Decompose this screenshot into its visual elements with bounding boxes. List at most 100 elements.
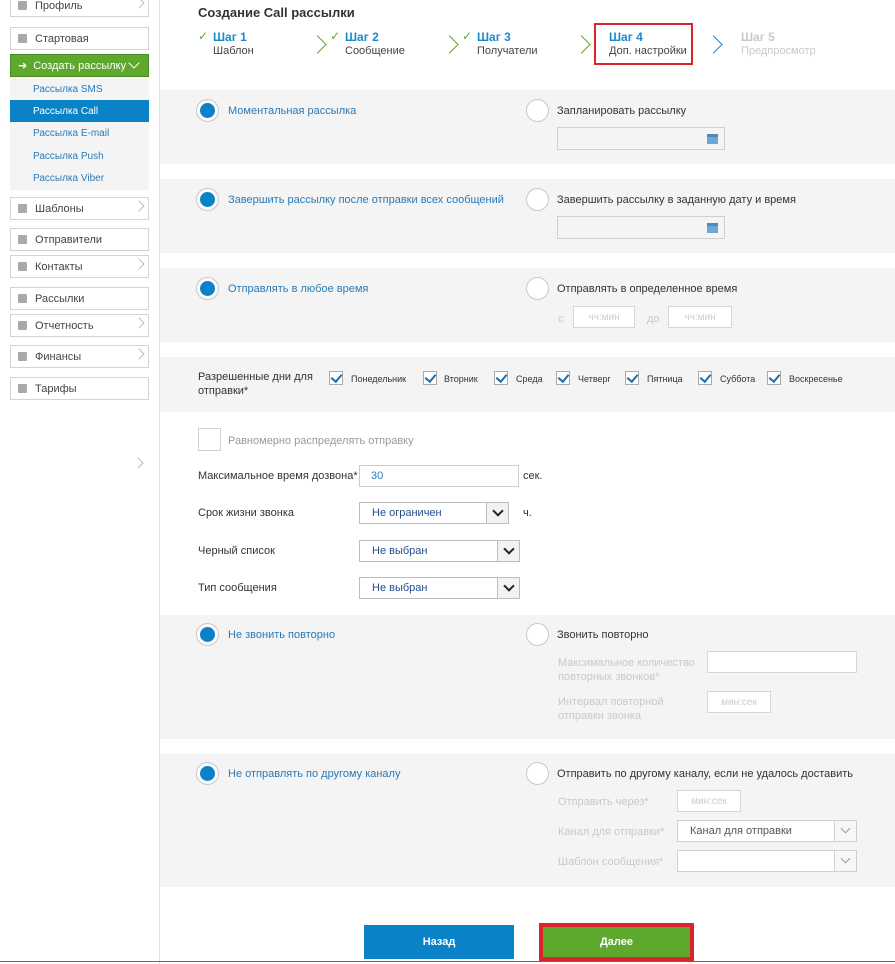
check-icon: ✓ bbox=[330, 29, 341, 43]
sidebar-item-label: Контакты bbox=[35, 260, 83, 273]
check-icon: ✓ bbox=[198, 29, 209, 43]
submenu-item-viber[interactable]: Рассылка Viber bbox=[10, 167, 149, 189]
day-checkbox-thu[interactable] bbox=[556, 371, 570, 385]
instant-radio[interactable] bbox=[196, 99, 219, 122]
fallback-channel-label: Канал для отправки* bbox=[558, 826, 665, 838]
step-1[interactable]: ✓ Шаг 1 Шаблон bbox=[198, 29, 254, 57]
day-checkbox-wed[interactable] bbox=[494, 371, 508, 385]
submenu-item-email[interactable]: Рассылка E-mail bbox=[10, 122, 149, 144]
step-title: Шаг 5 bbox=[741, 30, 775, 44]
envelope-icon bbox=[18, 294, 27, 303]
to-time-input[interactable]: чч:мин bbox=[668, 306, 732, 328]
sidebar-item-create[interactable]: ➜ Создать рассылку bbox=[10, 54, 149, 77]
step-5[interactable]: Шаг 5 Предпросмотр bbox=[741, 30, 816, 57]
sidebar-item-finance[interactable]: Финансы bbox=[10, 345, 149, 368]
calendar-icon[interactable] bbox=[707, 223, 718, 233]
finish-at-date-radio[interactable] bbox=[526, 188, 549, 211]
next-button[interactable]: Далее bbox=[539, 923, 694, 961]
even-distribution-label: Равномерно распределять отправку bbox=[228, 435, 414, 447]
page-title: Создание Call рассылки bbox=[198, 5, 355, 20]
scheduled-radio[interactable] bbox=[526, 99, 549, 122]
report-icon bbox=[18, 321, 27, 330]
no-fallback-label: Не отправлять по другому каналу bbox=[228, 768, 401, 780]
step-title: Шаг 2 bbox=[345, 30, 379, 44]
sidebar-item-contacts[interactable]: Контакты bbox=[10, 255, 149, 278]
sidebar-item-label: Стартовая bbox=[35, 32, 89, 45]
step-title: Шаг 1 bbox=[213, 30, 247, 44]
redial-interval-label: Интервал повторной отправки звонка bbox=[558, 696, 664, 722]
max-dial-input[interactable]: 30 bbox=[359, 465, 519, 487]
blacklist-label: Черный список bbox=[198, 545, 275, 557]
day-label: Воскресенье bbox=[789, 374, 843, 384]
back-button[interactable]: Назад bbox=[364, 925, 514, 959]
collapse-sidebar-icon[interactable] bbox=[132, 457, 144, 469]
step-subtitle: Получатели bbox=[477, 45, 538, 57]
submenu-item-call[interactable]: Рассылка Call bbox=[10, 100, 149, 122]
chevron-right-icon bbox=[133, 258, 145, 270]
chevron-down-icon[interactable] bbox=[834, 821, 856, 841]
sidebar-item-label: Рассылки bbox=[35, 292, 85, 305]
select-value: Не ограничен bbox=[372, 507, 442, 519]
day-checkbox-sun[interactable] bbox=[767, 371, 781, 385]
step-2[interactable]: ✓ Шаг 2 Сообщение bbox=[330, 29, 405, 57]
from-time-input[interactable]: чч:мин bbox=[573, 306, 635, 328]
day-label: Вторник bbox=[444, 374, 478, 384]
select-value: Не выбран bbox=[372, 582, 428, 594]
redial-label: Звонить повторно bbox=[557, 629, 649, 641]
sidebar: Профиль Стартовая ➜ Создать рассылку Рас… bbox=[0, 0, 160, 964]
day-checkbox-mon[interactable] bbox=[329, 371, 343, 385]
calendar-icon[interactable] bbox=[707, 134, 718, 144]
ttl-label: Срок жизни звонка bbox=[198, 507, 294, 519]
specific-time-radio[interactable] bbox=[526, 277, 549, 300]
sidebar-item-senders[interactable]: Отправители bbox=[10, 228, 149, 251]
send-time-section bbox=[160, 90, 895, 164]
chevron-down-icon[interactable] bbox=[497, 578, 519, 598]
day-checkbox-tue[interactable] bbox=[423, 371, 437, 385]
redial-radio[interactable] bbox=[526, 623, 549, 646]
sidebar-item-profile[interactable]: Профиль bbox=[10, 0, 149, 17]
fallback-radio[interactable] bbox=[526, 762, 549, 785]
current-step-highlight bbox=[594, 23, 693, 65]
instant-label: Моментальная рассылка bbox=[228, 105, 357, 117]
sidebar-item-templates[interactable]: Шаблоны bbox=[10, 197, 149, 220]
chevron-down-icon bbox=[128, 57, 140, 69]
submenu-item-sms[interactable]: Рассылка SMS bbox=[10, 78, 149, 100]
any-time-radio[interactable] bbox=[196, 277, 219, 300]
sidebar-item-start[interactable]: Стартовая bbox=[10, 27, 149, 50]
no-fallback-radio[interactable] bbox=[196, 762, 219, 785]
chat-icon bbox=[18, 235, 27, 244]
submenu-item-push[interactable]: Рассылка Push bbox=[10, 145, 149, 167]
step-title: Шаг 3 bbox=[477, 30, 511, 44]
ttl-select[interactable]: Не ограничен bbox=[359, 502, 509, 524]
sidebar-item-mailings[interactable]: Рассылки bbox=[10, 287, 149, 310]
fallback-template-select[interactable] bbox=[677, 850, 857, 872]
step-3[interactable]: ✓ Шаг 3 Получатели bbox=[462, 29, 538, 57]
finish-after-all-radio[interactable] bbox=[196, 188, 219, 211]
day-checkbox-sat[interactable] bbox=[698, 371, 712, 385]
fallback-channel-select[interactable]: Канал для отправки bbox=[677, 820, 857, 842]
create-submenu: Рассылка SMS Рассылка Call Рассылка E-ma… bbox=[10, 77, 149, 190]
fallback-template-label: Шаблон сообщения* bbox=[558, 856, 664, 868]
chevron-right-icon bbox=[133, 348, 145, 360]
blacklist-select[interactable]: Не выбран bbox=[359, 540, 520, 562]
chevron-down-icon[interactable] bbox=[497, 541, 519, 561]
max-redial-input[interactable] bbox=[707, 651, 857, 673]
sidebar-item-label: Создать рассылку bbox=[33, 59, 127, 72]
sidebar-item-reports[interactable]: Отчетность bbox=[10, 314, 149, 337]
document-icon bbox=[18, 204, 27, 213]
day-checkbox-fri[interactable] bbox=[625, 371, 639, 385]
finish-after-all-label: Завершить рассылку после отправки всех с… bbox=[228, 194, 504, 206]
scheduled-date-input[interactable] bbox=[557, 127, 725, 150]
chevron-down-icon[interactable] bbox=[834, 851, 856, 871]
msg-type-select[interactable]: Не выбран bbox=[359, 577, 520, 599]
redial-interval-input[interactable]: мин:сек bbox=[707, 691, 771, 713]
chevron-down-icon[interactable] bbox=[486, 503, 508, 523]
bottom-border bbox=[0, 961, 895, 962]
finish-date-input[interactable] bbox=[557, 216, 725, 239]
even-distribution-checkbox[interactable] bbox=[198, 428, 221, 451]
chevron-right-icon bbox=[308, 35, 327, 54]
sidebar-item-tariffs[interactable]: Тарифы bbox=[10, 377, 149, 400]
sidebar-item-label: Отчетность bbox=[35, 319, 94, 332]
fallback-via-input[interactable]: мин:сек bbox=[677, 790, 741, 812]
no-redial-radio[interactable] bbox=[196, 623, 219, 646]
